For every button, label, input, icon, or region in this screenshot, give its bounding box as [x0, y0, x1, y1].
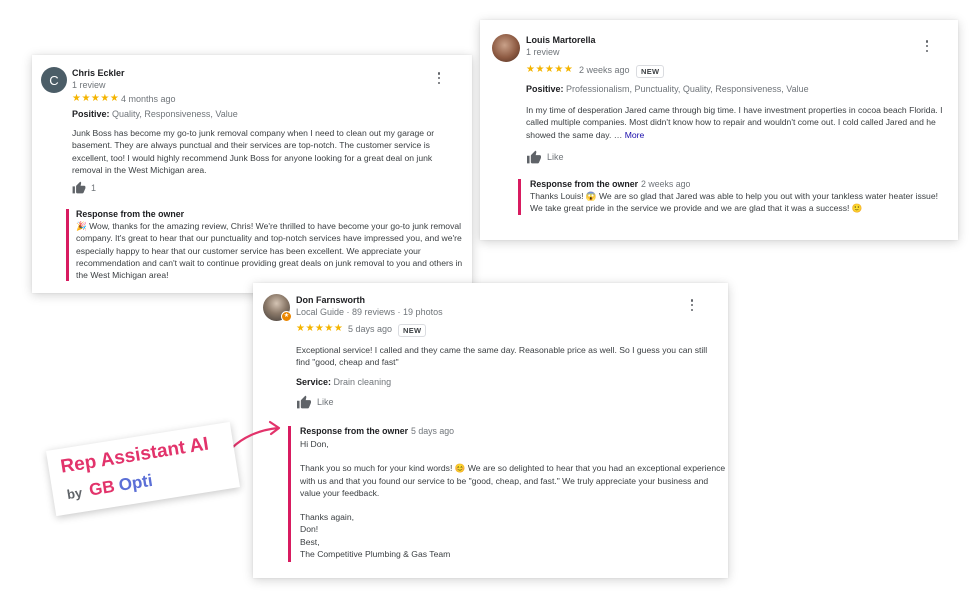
positive-attributes: Positive: Quality, Responsiveness, Value [72, 109, 238, 119]
owner-response: Response from the owner 🎉 Wow, thanks fo… [66, 209, 468, 282]
review-text-content: In my time of desperation Jared came thr… [526, 105, 943, 140]
response-title: Response from the owner [300, 426, 409, 436]
local-guide-icon: ★ [281, 311, 292, 322]
response-header: Response from the owner 5 days ago [300, 426, 730, 436]
thumbs-up-icon [297, 395, 311, 409]
response-signoff: Thanks again, [300, 512, 354, 523]
review-time: 4 months ago [121, 94, 176, 104]
review-text: Exceptional service! I called and they c… [296, 345, 708, 368]
like-button[interactable]: Like [296, 395, 334, 409]
review-text: Junk Boss has become my go-to junk remov… [72, 128, 435, 175]
positive-values: Professionalism, Punctuality, Quality, R… [566, 84, 809, 94]
response-signoff-name: Don! [300, 524, 319, 535]
avatar-initial: C [49, 72, 59, 88]
brand-name-part1: GB [87, 476, 116, 500]
positive-values: Quality, Responsiveness, Value [112, 109, 238, 119]
reviewer-name[interactable]: Don Farnsworth [296, 295, 365, 305]
new-badge: NEW [398, 324, 427, 337]
positive-label: Positive: [526, 84, 564, 94]
star-rating: ★★★★★ [72, 93, 120, 104]
response-team: The Competitive Plumbing & Gas Team [300, 549, 451, 560]
service-info: Service: Drain cleaning [296, 377, 391, 387]
reviewer-name[interactable]: Louis Martorella [526, 35, 596, 45]
positive-label: Positive: [72, 109, 110, 119]
new-badge: NEW [636, 65, 665, 78]
like-label: Like [317, 397, 334, 407]
review-card-don: ★ Don Farnsworth Local Guide · 89 review… [253, 283, 728, 578]
like-button[interactable]: 1 [72, 181, 96, 194]
star-rating: ★★★★★ [296, 323, 344, 334]
response-closing: Best, [300, 536, 320, 547]
review-count: 1 review [72, 80, 106, 90]
response-text: 🎉 Wow, thanks for the amazing review, Ch… [76, 221, 463, 281]
response-time: 5 days ago [411, 426, 455, 436]
like-button[interactable]: Like [526, 150, 564, 164]
brand-by: by [65, 484, 84, 503]
like-count: 1 [91, 182, 97, 193]
local-guide-info: Local Guide · 89 reviews · 19 photos [296, 307, 443, 317]
response-header: Response from the owner 2 weeks ago [530, 179, 950, 189]
more-options-icon[interactable] [924, 40, 930, 52]
response-header: Response from the owner [76, 209, 468, 219]
review-card-chris: C Chris Eckler 1 review ★★★★★ 4 months a… [32, 55, 472, 293]
response-paragraph: Thank you so much for your kind words! 😊… [300, 463, 726, 498]
response-greeting: Hi Don, [300, 439, 329, 449]
response-text: Thanks Louis! 😱 We are so glad that Jare… [530, 191, 938, 214]
avatar[interactable]: C [41, 67, 67, 93]
brand-label: Rep Assistant AI by GB Opti [45, 421, 241, 517]
reviewer-name[interactable]: Chris Eckler [72, 68, 125, 78]
owner-response: Response from the owner 2 weeks ago Thank… [518, 179, 950, 215]
positive-attributes: Positive: Professionalism, Punctuality, … [526, 84, 809, 94]
review-text: In my time of desperation Jared came thr… [526, 104, 950, 141]
more-options-icon[interactable] [436, 72, 442, 84]
review-count: 1 review [526, 47, 560, 57]
review-card-louis: Louis Martorella 1 review ★★★★★ 2 weeks … [480, 20, 958, 240]
like-label: Like [547, 152, 564, 162]
more-link[interactable]: More [625, 130, 645, 140]
avatar[interactable] [492, 34, 520, 62]
star-rating: ★★★★★ [526, 64, 574, 75]
brand-name-part2: Opti [117, 470, 154, 495]
thumbs-up-icon [72, 181, 86, 194]
more-options-icon[interactable] [689, 299, 695, 311]
review-time: 2 weeks ago [579, 65, 630, 75]
response-time: 2 weeks ago [641, 179, 691, 189]
service-label: Service: [296, 377, 332, 387]
brand-title: Rep Assistant AI [59, 433, 211, 478]
owner-response: Response from the owner 5 days ago Hi Don… [288, 426, 730, 563]
pointer-arrow-icon [230, 420, 281, 450]
response-title: Response from the owner [76, 209, 185, 219]
response-title: Response from the owner [530, 179, 639, 189]
service-value: Drain cleaning [333, 377, 392, 387]
review-time: 5 days ago [348, 324, 393, 334]
thumbs-up-icon [527, 150, 541, 164]
